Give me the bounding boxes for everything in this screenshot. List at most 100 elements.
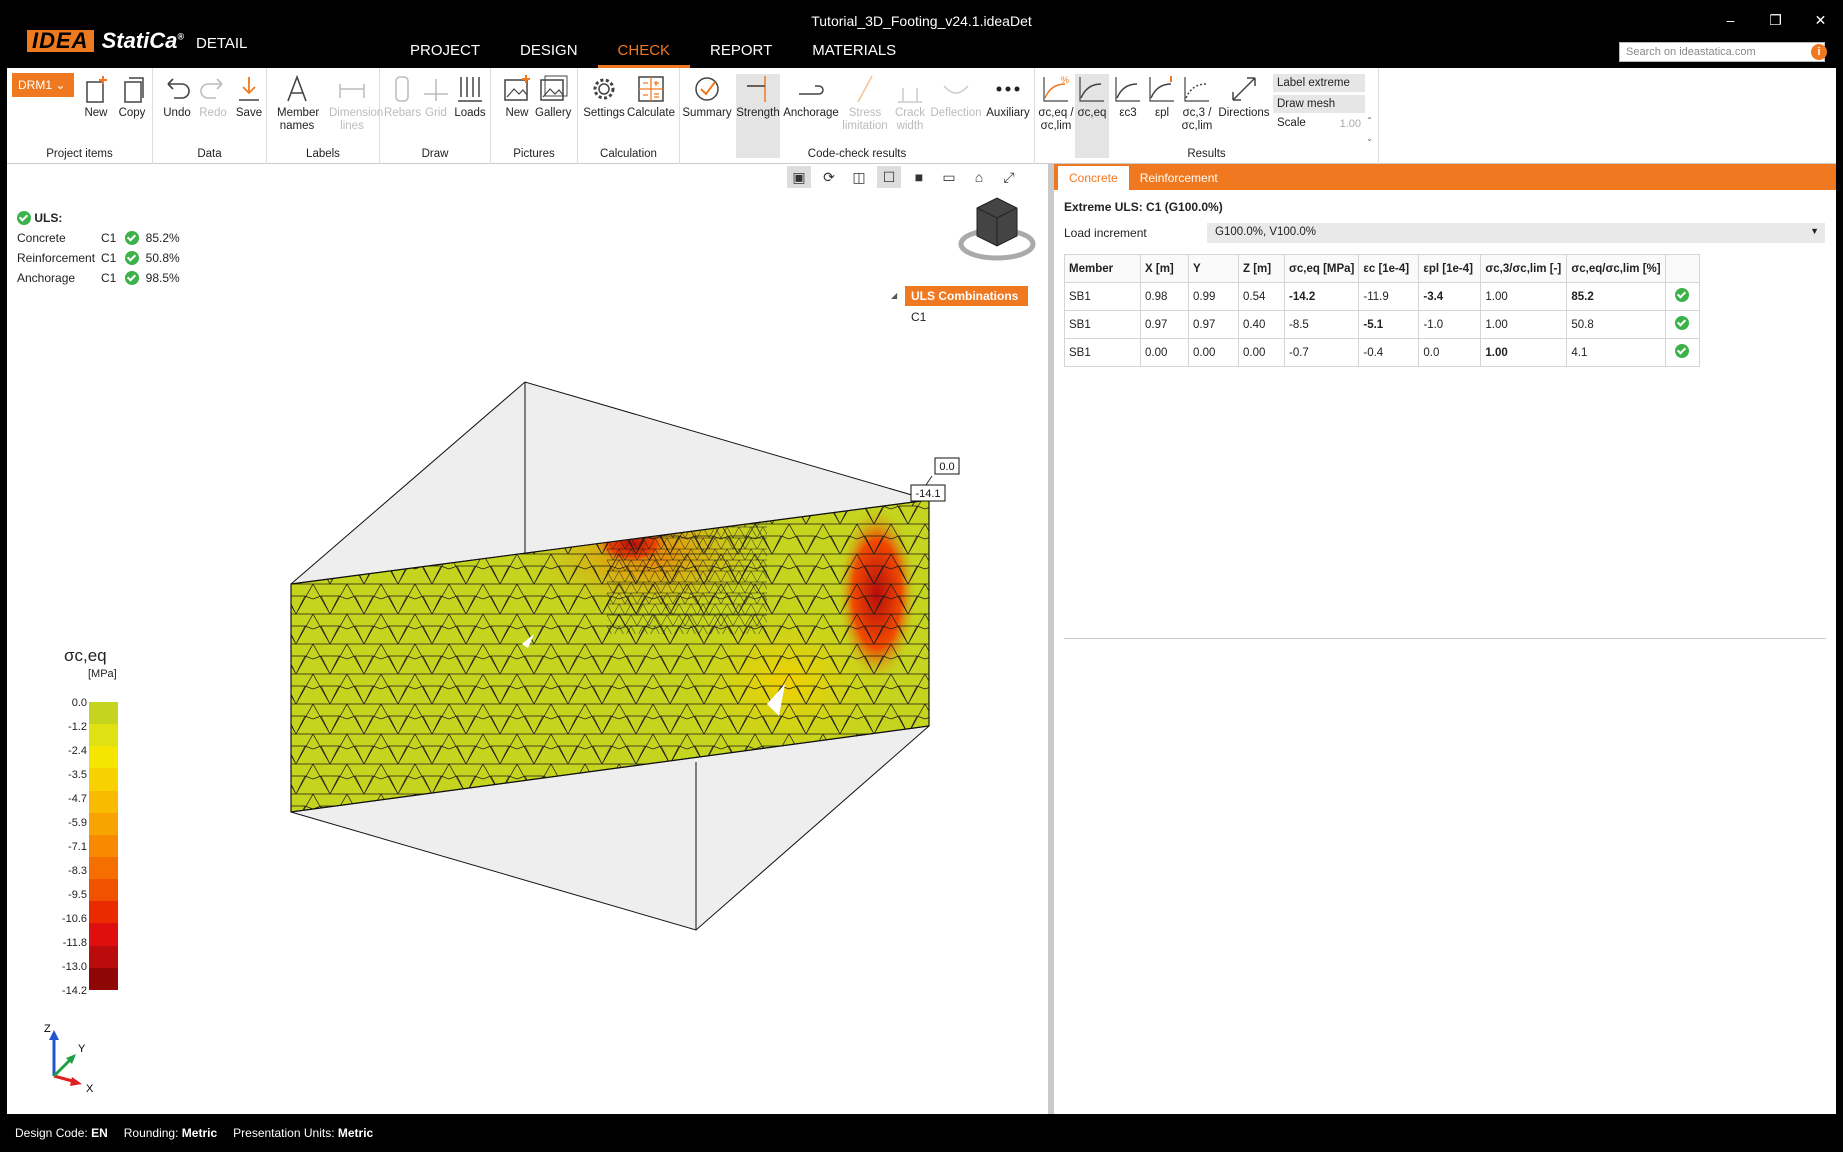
anchorage-icon	[796, 74, 826, 104]
sceq-lim-button[interactable]: % σc,eq / σc,lim	[1037, 74, 1075, 133]
ratio-curve-icon: %	[1041, 74, 1071, 104]
undo-button[interactable]: Undo	[159, 74, 195, 120]
calculate-button[interactable]: Calculate	[626, 74, 676, 120]
sceq-button[interactable]: σc,eq	[1075, 74, 1109, 158]
column-header[interactable]: εpl [1e-4]	[1418, 254, 1482, 283]
table-cell: -0.4	[1358, 338, 1420, 367]
tab-concrete[interactable]: Concrete	[1058, 166, 1129, 190]
menu-project[interactable]: PROJECT	[390, 40, 500, 68]
divider	[1064, 638, 1826, 639]
3d-viewport[interactable]: ▣ ⟳ ◫ ☐ ■ ▭ ⌂ ⤢ ULS: Concrete C1 85.2% Re…	[7, 164, 1048, 1114]
ec3-button[interactable]: εc3	[1111, 74, 1145, 120]
legend-swatch	[89, 724, 118, 747]
directions-button[interactable]: Directions	[1217, 74, 1271, 120]
scale-input[interactable]: 1.00 ⌃ ⌄	[1317, 115, 1375, 143]
legend-swatch	[89, 879, 118, 902]
table-cell: SB1	[1064, 282, 1141, 311]
loads-button[interactable]: Loads	[452, 74, 488, 120]
directions-icon	[1229, 74, 1259, 104]
table-cell: 0.97	[1140, 310, 1189, 339]
logo-idea: IDEA	[27, 30, 94, 52]
grid-button[interactable]: Grid	[418, 74, 454, 120]
column-header[interactable]: σc,3/σc,lim [-]	[1480, 254, 1568, 283]
status-cell	[1664, 338, 1700, 367]
drm-dropdown[interactable]: DRM1 ⌄	[12, 73, 74, 97]
draw-mesh-toggle[interactable]: Draw mesh	[1273, 95, 1365, 113]
epl-button[interactable]: εpl	[1145, 74, 1179, 120]
dropdown-arrow-icon: ▼	[1810, 226, 1819, 236]
check-ok-icon	[1675, 316, 1690, 330]
svg-text:%: %	[1061, 75, 1069, 85]
summary-button[interactable]: Summary	[682, 74, 732, 120]
minimize-icon[interactable]: –	[1708, 0, 1753, 40]
restore-icon[interactable]: ❐	[1753, 0, 1798, 40]
table-cell: -8.5	[1283, 310, 1360, 339]
gallery-button[interactable]: Gallery	[535, 74, 571, 120]
menu-materials[interactable]: MATERIALS	[792, 40, 916, 68]
column-header[interactable]: X [m]	[1140, 254, 1189, 283]
rebars-icon	[387, 74, 417, 104]
copy-button[interactable]: Copy	[114, 74, 150, 120]
table-cell: 0.40	[1238, 310, 1285, 339]
table-row[interactable]: SB1 0.97 0.97 0.40 -8.5 -5.1 -1.0 1.00 50.8	[1064, 310, 1700, 339]
table-cell: SB1	[1064, 338, 1141, 367]
column-header[interactable]: εc [1e-4]	[1358, 254, 1420, 283]
deflection-icon	[941, 74, 971, 104]
loads-icon	[455, 74, 485, 104]
legend-value: -8.3	[68, 865, 87, 877]
svg-text:X: X	[86, 1083, 94, 1094]
member-names-button[interactable]: Member names	[277, 74, 319, 133]
settings-button[interactable]: Settings	[582, 74, 626, 120]
label-extreme-toggle[interactable]: Label extreme	[1273, 74, 1365, 92]
table-cell: -1.0	[1418, 310, 1482, 339]
crack-width-button[interactable]: Crack width	[890, 74, 930, 133]
spinner-icon[interactable]: ⌃ ⌄	[1366, 112, 1373, 148]
auxiliary-button[interactable]: Auxiliary	[984, 74, 1032, 120]
deflection-button[interactable]: Deflection	[930, 74, 982, 120]
legend-swatch	[89, 768, 118, 791]
sc3-lim-button[interactable]: σc,3 / σc,lim	[1179, 74, 1215, 133]
strain-curve-icon	[1113, 74, 1143, 104]
column-header[interactable]: Y	[1188, 254, 1239, 283]
load-increment-select[interactable]: G100.0%, V100.0% ▼	[1207, 223, 1825, 243]
close-icon[interactable]: ✕	[1798, 0, 1843, 40]
redo-button[interactable]: Redo	[195, 74, 231, 120]
new-button[interactable]: New	[78, 74, 114, 120]
legend-value: -9.5	[68, 889, 87, 901]
picture-new-button[interactable]: New	[499, 74, 535, 120]
anchorage-button[interactable]: Anchorage	[782, 74, 840, 120]
column-header[interactable]: Z [m]	[1238, 254, 1285, 283]
column-header[interactable]	[1664, 254, 1700, 283]
table-cell: 0.97	[1188, 310, 1239, 339]
legend-value: -4.7	[68, 793, 87, 805]
column-header[interactable]: Member	[1064, 254, 1141, 283]
group-project-items: DRM1 ⌄ New Copy Project items	[7, 68, 153, 164]
svg-text:Z: Z	[44, 1024, 51, 1035]
strength-button[interactable]: Strength	[736, 74, 780, 158]
picture-icon	[502, 74, 532, 104]
rebars-button[interactable]: Rebars	[384, 74, 421, 120]
table-row[interactable]: SB1 0.98 0.99 0.54 -14.2 -11.9 -3.4 1.00 85.2	[1064, 282, 1700, 311]
info-icon[interactable]: i	[1811, 44, 1827, 60]
menu-design[interactable]: DESIGN	[500, 40, 598, 68]
stress-limitation-button[interactable]: Stress limitation	[842, 74, 888, 133]
dimension-lines-button[interactable]: Dimension lines	[329, 74, 383, 133]
table-cell: SB1	[1064, 310, 1141, 339]
search-input[interactable]: Search on ideastatica.com⚲	[1619, 42, 1825, 62]
gallery-icon	[538, 74, 568, 104]
table-cell: 0.0	[1418, 338, 1482, 367]
menu-check[interactable]: CHECK	[597, 40, 691, 68]
column-header[interactable]: σc,eq [MPa]	[1283, 254, 1360, 283]
legend-value: -11.8	[62, 937, 87, 949]
table-cell: 0.00	[1238, 338, 1285, 367]
group-calculation: Settings Calculate Calculation	[578, 68, 680, 164]
chevron-down-icon: ⌄	[55, 78, 66, 92]
menu-report[interactable]: REPORT	[690, 40, 792, 68]
save-button[interactable]: Save	[231, 74, 267, 120]
tab-reinforcement[interactable]: Reinforcement	[1129, 166, 1229, 190]
column-header[interactable]: σc,eq/σc,lim [%]	[1566, 254, 1666, 283]
ribbon: DRM1 ⌄ New Copy Project items Undo Redo …	[7, 68, 1836, 164]
table-row[interactable]: SB1 0.00 0.00 0.00 -0.7 -0.4 0.0 1.00 4.1	[1064, 338, 1700, 367]
text-a-icon	[282, 74, 312, 104]
table-cell: -0.7	[1283, 338, 1360, 367]
